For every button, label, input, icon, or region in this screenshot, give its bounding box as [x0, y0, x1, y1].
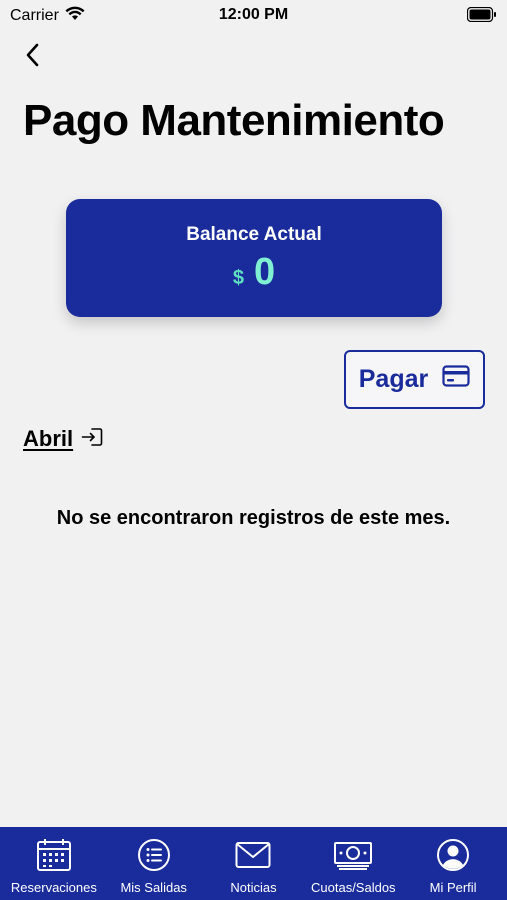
month-label: Abril: [23, 426, 74, 451]
tab-label: Mis Salidas: [120, 880, 187, 895]
tab-mi-perfil[interactable]: Mi Perfil: [403, 827, 503, 900]
sign-in-icon: [81, 427, 103, 452]
month-selector[interactable]: Abril: [23, 426, 103, 452]
list-icon: [137, 837, 171, 873]
pay-button-label: Pagar: [358, 365, 429, 393]
balance-amount: $ 0: [66, 251, 442, 294]
tab-label: Reservaciones: [10, 880, 97, 895]
back-button[interactable]: [18, 42, 48, 72]
cash-icon: [333, 837, 373, 873]
tab-noticias[interactable]: Noticias: [204, 827, 304, 900]
status-time: 12:00 PM: [218, 6, 289, 23]
balance-label: Balance Actual: [186, 224, 322, 245]
profile-icon: [436, 837, 470, 873]
chevron-left-icon: [26, 43, 40, 72]
tab-mis-salidas[interactable]: Mis Salidas: [104, 827, 204, 900]
tab-label: Noticias: [230, 880, 277, 895]
pay-button[interactable]: Pagar: [344, 350, 485, 409]
tab-label: Mi Perfil: [429, 880, 477, 895]
balance-card: Balance Actual $ 0: [66, 199, 442, 317]
status-bar: Carrier 12:00 PM: [0, 0, 507, 30]
mail-icon: [235, 837, 271, 873]
balance-currency: $: [232, 267, 244, 289]
tab-cuotas-saldos[interactable]: Cuotas/Saldos: [303, 827, 403, 900]
credit-card-icon: [442, 365, 470, 394]
page-title: Pago Mantenimiento: [23, 96, 445, 145]
tab-bar: Reservaciones Mis Salidas Noticias Cuota…: [0, 827, 507, 900]
battery-icon: [466, 6, 497, 27]
balance-value: 0: [253, 251, 276, 293]
empty-state-message: No se encontraron registros de este mes.: [56, 507, 451, 529]
tab-label: Cuotas/Saldos: [311, 880, 396, 895]
tab-reservaciones[interactable]: Reservaciones: [4, 827, 104, 900]
calendar-icon: [36, 837, 72, 873]
